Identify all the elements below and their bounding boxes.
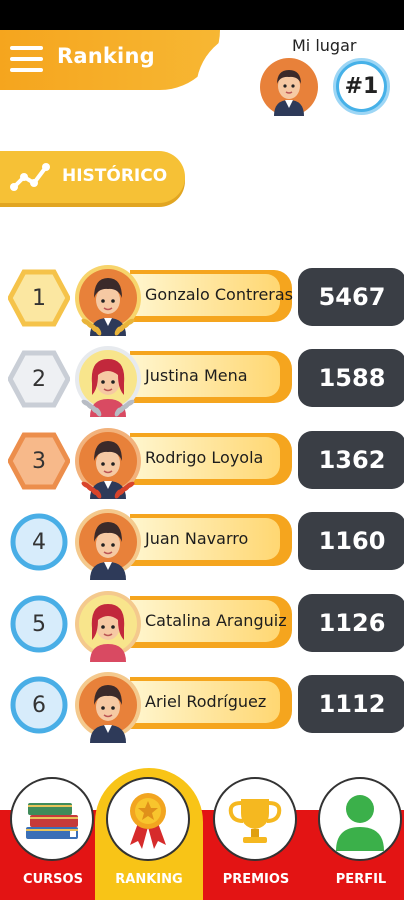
player-avatar bbox=[72, 508, 144, 580]
player-name: Juan Navarro bbox=[145, 529, 249, 548]
position-number: 3 bbox=[32, 448, 46, 474]
nav-ranking[interactable]: RANKING bbox=[106, 775, 192, 900]
player-name: Ariel Rodríguez bbox=[145, 692, 267, 711]
player-avatar bbox=[72, 345, 144, 417]
player-avatar bbox=[72, 671, 144, 743]
player-name: Rodrigo Loyola bbox=[145, 448, 264, 467]
ranking-row[interactable]: 5 Catalina Aranguiz 1126 bbox=[8, 590, 404, 662]
books-icon bbox=[10, 777, 94, 861]
position-number: 6 bbox=[32, 692, 46, 718]
trophy-icon bbox=[213, 777, 297, 861]
ranking-row[interactable]: 3 Rodrigo Loyola 1362 bbox=[8, 427, 404, 499]
player-avatar bbox=[72, 264, 144, 336]
player-name: Justina Mena bbox=[145, 366, 248, 385]
trend-chart-icon bbox=[10, 163, 50, 191]
ranking-row[interactable]: 1 Gonzalo Contreras 5467 bbox=[8, 264, 404, 336]
user-profile-icon bbox=[318, 777, 402, 861]
ranking-row[interactable]: 6 Ariel Rodríguez 1112 bbox=[8, 671, 404, 743]
position-number: 2 bbox=[32, 366, 46, 392]
my-avatar[interactable] bbox=[260, 58, 318, 116]
nav-cursos[interactable]: CURSOS bbox=[10, 775, 96, 900]
medal-ribbon-icon bbox=[106, 777, 190, 861]
player-score: 5467 bbox=[298, 268, 404, 326]
historico-label: HISTÓRICO bbox=[62, 166, 168, 186]
position-number: 1 bbox=[32, 285, 46, 311]
player-avatar bbox=[72, 427, 144, 499]
player-score: 1362 bbox=[298, 431, 404, 489]
player-name: Catalina Aranguiz bbox=[145, 611, 287, 630]
player-score: 1588 bbox=[298, 349, 404, 407]
position-number: 4 bbox=[32, 529, 46, 555]
player-avatar bbox=[72, 590, 144, 662]
player-score: 1160 bbox=[298, 512, 404, 570]
page-title: Ranking bbox=[57, 44, 155, 68]
status-bar bbox=[0, 0, 404, 30]
nav-perfil[interactable]: PERFIL bbox=[318, 775, 404, 900]
menu-icon[interactable] bbox=[10, 44, 43, 74]
my-rank-badge: #1 bbox=[333, 58, 390, 115]
player-score: 1126 bbox=[298, 594, 404, 652]
player-score: 1112 bbox=[298, 675, 404, 733]
historico-button[interactable]: HISTÓRICO bbox=[0, 151, 185, 203]
player-name: Gonzalo Contreras bbox=[145, 285, 294, 304]
nav-premios[interactable]: PREMIOS bbox=[213, 775, 299, 900]
ranking-row[interactable]: 2 Justina Mena 1588 bbox=[8, 345, 404, 417]
my-place-label: Mi lugar bbox=[292, 36, 357, 55]
position-number: 5 bbox=[32, 611, 46, 637]
ranking-row[interactable]: 4 Juan Navarro 1160 bbox=[8, 508, 404, 580]
